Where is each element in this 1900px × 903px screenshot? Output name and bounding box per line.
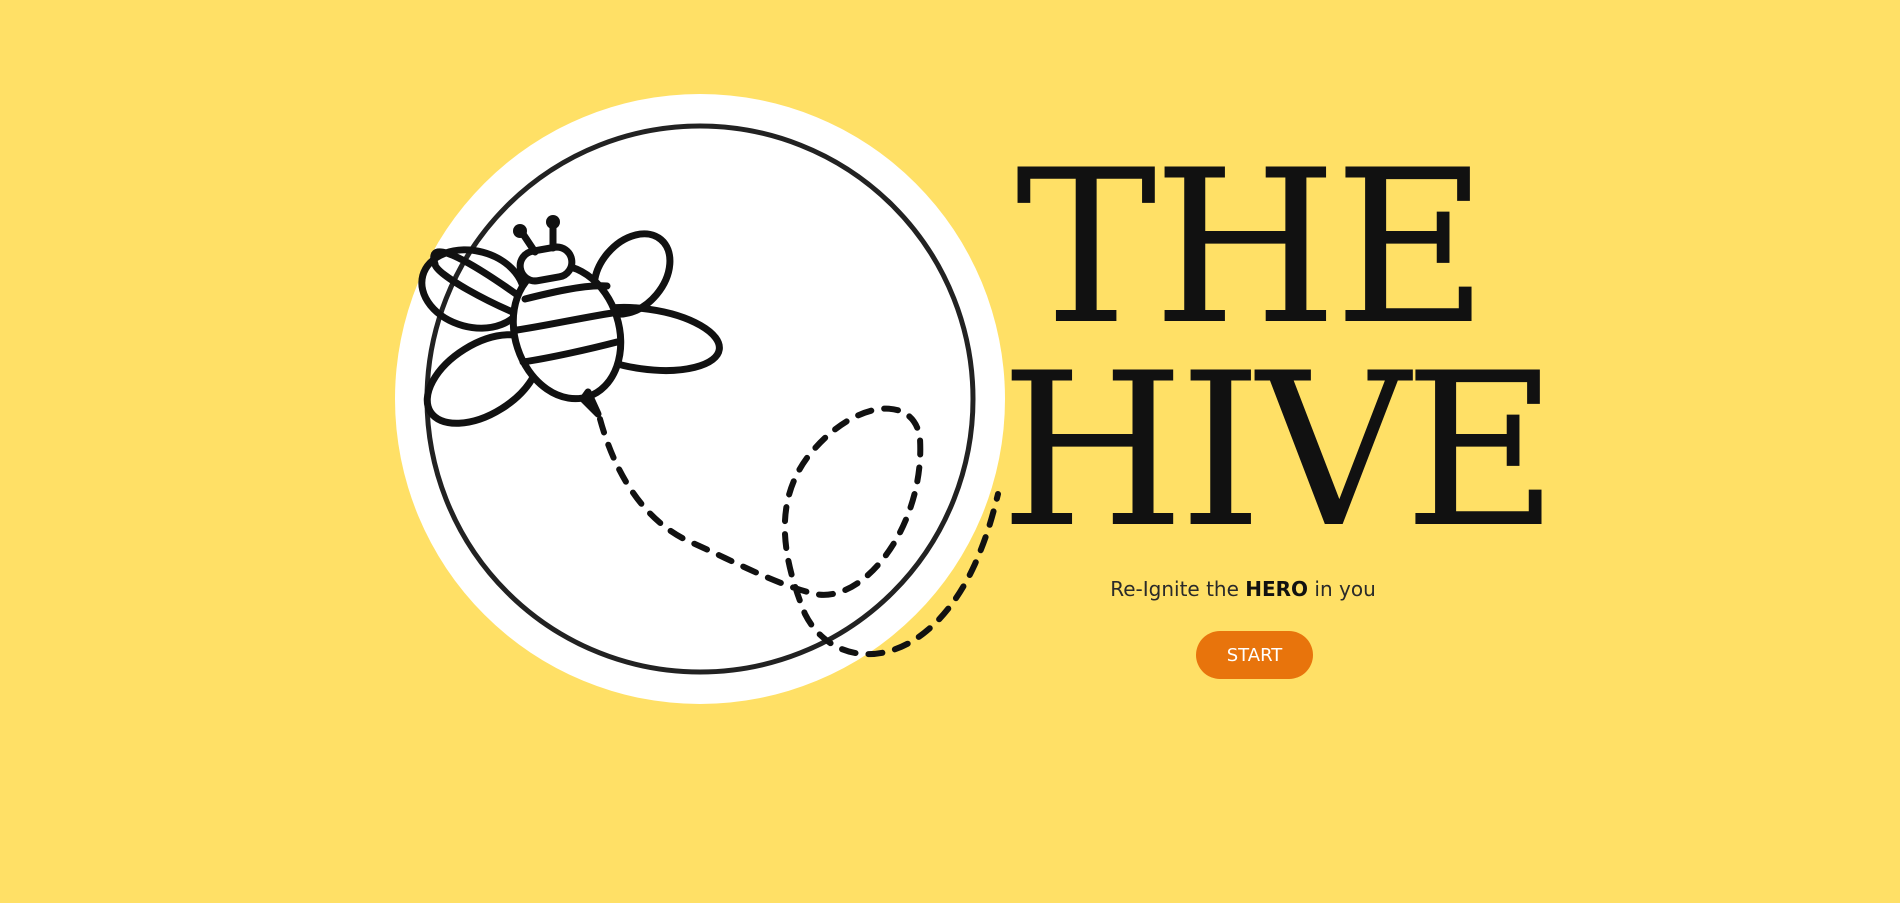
tagline-prefix: Re-Ignite the <box>1110 577 1246 601</box>
start-button[interactable]: START <box>1196 631 1313 679</box>
tagline-suffix: in you <box>1308 577 1376 601</box>
logo-white-disc <box>395 94 1005 704</box>
title-line-the: THE <box>1015 124 1488 371</box>
tagline: Re-Ignite the HERO in you <box>1043 577 1443 601</box>
antenna-tip-left <box>513 224 527 238</box>
bee-logo-illustration <box>395 94 1005 704</box>
tagline-emphasis: HERO <box>1245 577 1309 601</box>
antenna-tip-right <box>546 215 560 229</box>
title-line-hive: HIVE <box>1000 327 1558 574</box>
hive-logo <box>395 94 1005 704</box>
